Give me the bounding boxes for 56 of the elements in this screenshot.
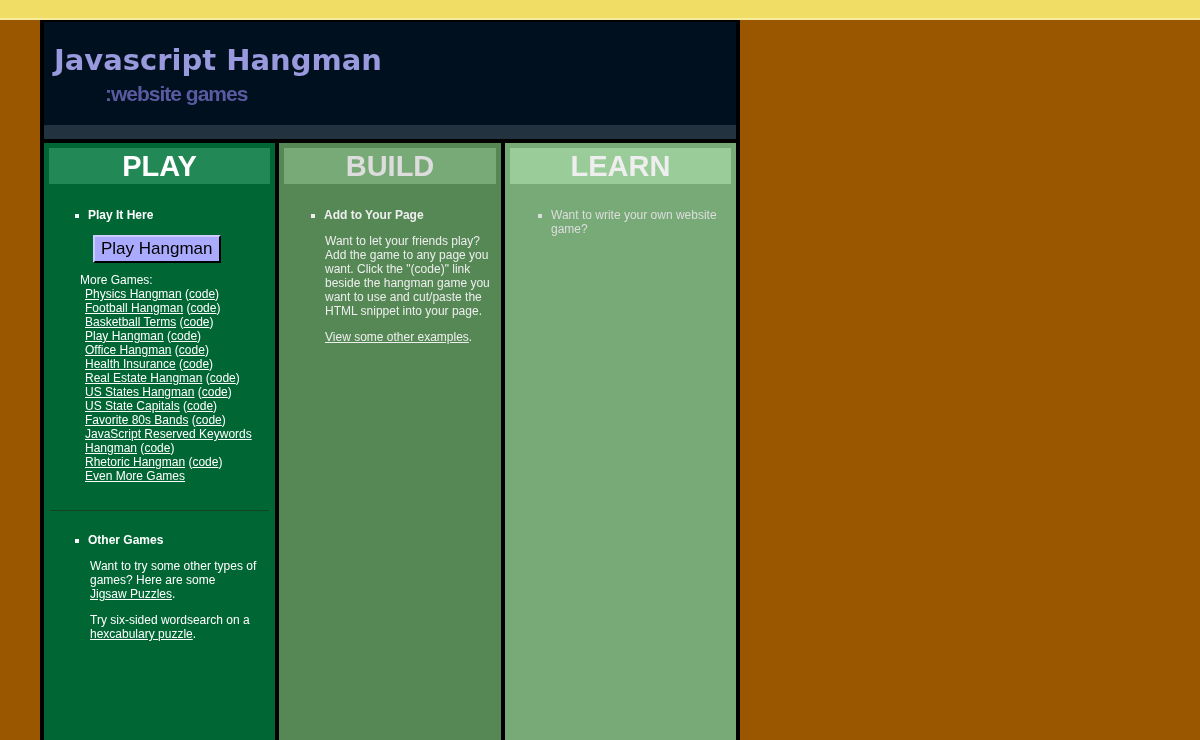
game-link[interactable]: Football Hangman (85, 301, 184, 315)
game-link[interactable]: Physics Hangman (85, 287, 182, 301)
game-link[interactable]: US States Hangman (85, 385, 195, 399)
game-link[interactable]: US State Capitals (85, 399, 180, 413)
code-link[interactable]: code (187, 399, 214, 413)
game-entry: Real Estate Hangman (code) (85, 371, 241, 385)
game-entry: Football Hangman (code) (85, 301, 222, 315)
game-entry: Rhetoric Hangman (code) (85, 455, 224, 469)
game-link[interactable]: Even More Games (85, 469, 186, 483)
section-title: Play It Here (88, 208, 154, 222)
site-subtitle: :website games (105, 81, 248, 107)
game-link[interactable]: Rhetoric Hangman (85, 455, 186, 469)
paragraph: Try six-sided wordsearch on a hexcabulary puzzle. (89, 613, 251, 641)
more-games-label: More Games: (79, 273, 154, 287)
game-entry: Basketball Terms (code) (85, 315, 215, 329)
game-link[interactable]: Health Insurance (85, 357, 176, 371)
game-entry: Play Hangman (code) (85, 329, 203, 343)
code-link[interactable]: code (183, 357, 210, 371)
code-link[interactable]: code (192, 455, 219, 469)
game-entry: US States Hangman (code) (85, 385, 233, 399)
game-link[interactable]: Favorite 80s Bands (85, 413, 189, 427)
column-heading: PLAY (49, 148, 270, 184)
play-button[interactable]: Play Hangman (93, 235, 221, 263)
code-link[interactable]: code (189, 287, 216, 301)
bullet-icon (75, 539, 79, 543)
section-title: Other Games (88, 533, 164, 547)
game-link[interactable]: Play Hangman (85, 329, 164, 343)
column-heading: BUILD (284, 148, 496, 184)
list-item-text: Want to write your own website game? (551, 208, 718, 236)
text-link[interactable]: hexcabulary puzzle (90, 627, 193, 641)
code-link[interactable]: code (144, 441, 171, 455)
game-entry: Favorite 80s Bands (code) (85, 413, 227, 427)
bullet-icon (75, 214, 79, 218)
bullet-icon (538, 214, 542, 218)
paragraph: View some other examples. (324, 330, 474, 344)
game-entry: Health Insurance (code) (85, 357, 215, 371)
section-title: Add to Your Page (324, 208, 424, 222)
code-link[interactable]: code (183, 315, 210, 329)
code-link[interactable]: code (190, 301, 217, 315)
paragraph: Want to let your friends play? Add the game to any page you want. Click the "(code)" link beside the hangman game you want to use and cut/paste the HTML snippet into your page. (324, 234, 491, 318)
game-entry: Office Hangman (code) (85, 343, 210, 357)
text-link[interactable]: View some other examples (325, 330, 469, 344)
game-entry: Physics Hangman (code) (85, 287, 221, 301)
game-link[interactable]: JavaScript Reserved Keywords (85, 427, 252, 441)
code-link[interactable]: code (171, 329, 198, 343)
code-link[interactable]: code (178, 343, 205, 357)
game-entry: US State Capitals (code) (85, 399, 219, 413)
column-heading: LEARN (510, 148, 731, 184)
game-link[interactable]: Real Estate Hangman (85, 371, 203, 385)
site-title: Javascript Hangman (54, 42, 382, 78)
paragraph: Want to try some other types of games? Here are some Jigsaw Puzzles. (89, 559, 258, 601)
game-entry: JavaScript Reserved Keywords Hangman (code) (85, 427, 253, 455)
game-link[interactable]: Hangman (85, 441, 138, 455)
game-link[interactable]: Basketball Terms (85, 315, 177, 329)
bullet-icon (311, 214, 315, 218)
game-link[interactable]: Office Hangman (85, 343, 172, 357)
